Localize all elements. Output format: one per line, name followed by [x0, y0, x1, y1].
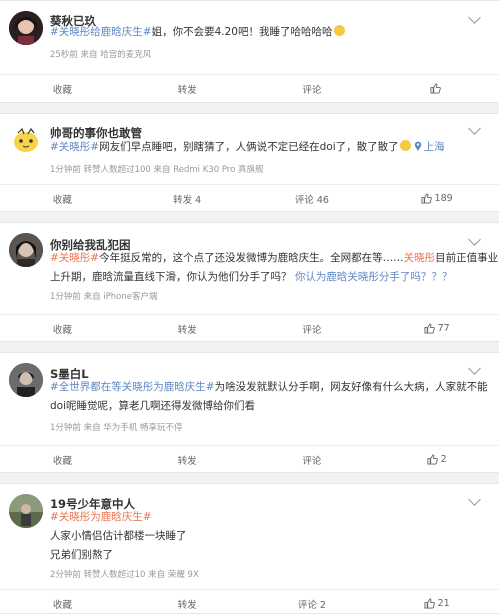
comment-button[interactable]: 评论 — [250, 446, 375, 473]
avatar[interactable] — [9, 123, 43, 157]
location-pin-icon — [414, 141, 421, 151]
post-card: 葵秋已玖 #关晓彤给鹿晗庆生#姐，你不会要4.20吧！我睡了哈哈哈哈 25秒前 … — [0, 0, 499, 103]
chevron-down-icon[interactable] — [468, 122, 481, 135]
weibo-feed: 葵秋已玖 #关晓彤给鹿晗庆生#姐，你不会要4.20吧！我睡了哈哈哈哈 25秒前 … — [0, 0, 499, 614]
like-button[interactable] — [374, 75, 499, 102]
post-meta: 1分钟前 来自 iPhone客户端 — [50, 292, 158, 302]
post-text: #关晓彤#今年挺反常的，这个点了还没发微博为鹿晗庆生。全网都在等……关晓彤目前正… — [50, 252, 499, 283]
hashtag-link[interactable]: #关晓彤给鹿晗庆生# — [50, 26, 152, 38]
like-button[interactable]: 2 — [374, 446, 499, 473]
chevron-down-icon[interactable] — [468, 11, 481, 24]
chevron-down-icon[interactable] — [468, 233, 481, 246]
comment-button[interactable]: 评论 — [250, 75, 375, 102]
action-bar: 收藏 转发 评论 2 — [0, 445, 499, 473]
avatar[interactable] — [9, 494, 43, 528]
action-bar: 收藏 转发 评论 2 21 — [0, 589, 499, 614]
like-icon — [430, 83, 441, 94]
forward-button[interactable]: 转发 — [125, 315, 250, 342]
collect-button[interactable]: 收藏 — [0, 590, 125, 614]
post-card: S墨白L #全世界都在等关晓彤为鹿晗庆生#为啥没发就默认分手啊，网友好像有什么大… — [0, 352, 499, 473]
action-bar: 收藏 转发 评论 77 — [0, 314, 499, 342]
collect-button[interactable]: 收藏 — [0, 75, 125, 102]
post-text: #关晓彤给鹿晗庆生#姐，你不会要4.20吧！我睡了哈哈哈哈 — [50, 23, 345, 42]
post-meta: 1分钟前 转赞人数超过100 来自 Redmi K30 Pro 真旗舰 — [50, 165, 264, 175]
grin-emoji-icon — [399, 140, 411, 151]
post-text: #关晓彤#网友们早点睡吧，别瞎猜了，人俩说不定已经在doi了，散了散了 上海 — [50, 140, 445, 153]
collect-button[interactable]: 收藏 — [0, 315, 125, 342]
collect-button[interactable]: 收藏 — [0, 185, 125, 212]
chevron-down-icon[interactable] — [468, 362, 481, 375]
action-bar: 收藏 转发 评论 — [0, 74, 499, 102]
post-meta: 1分钟前 来自 华为手机 畅享玩不停 — [50, 423, 183, 433]
collect-button[interactable]: 收藏 — [0, 446, 125, 473]
post-card: 19号少年意中人 #关晓彤为鹿晗庆生# 人家小情侣估计都楼一块睡了 兄弟们别熬了… — [0, 483, 499, 614]
hashtag-link[interactable]: #关晓彤# — [50, 252, 99, 264]
like-button[interactable]: 189 — [374, 185, 499, 212]
post-meta: 2分钟前 转赞人数超过10 来自 荣耀 9X — [50, 570, 199, 580]
post-card: 帅哥的事你也敢管 #关晓彤#网友们早点睡吧，别瞎猜了，人俩说不定已经在doi了，… — [0, 113, 499, 212]
avatar[interactable] — [9, 233, 43, 267]
like-button[interactable]: 77 — [374, 315, 499, 342]
post-text: #全世界都在等关晓彤为鹿晗庆生#为啥没发就默认分手啊，网友好像有什么大病，人家就… — [50, 381, 488, 412]
like-icon — [427, 454, 438, 465]
like-icon — [424, 598, 435, 609]
post-text: #关晓彤为鹿晗庆生# 人家小情侣估计都楼一块睡了 兄弟们别熬了 — [50, 511, 187, 561]
action-bar: 收藏 转发 4 评论 46 189 — [0, 184, 499, 212]
comment-button[interactable]: 评论 — [250, 315, 375, 342]
forward-button[interactable]: 转发 4 — [125, 185, 250, 212]
grin-emoji-icon — [333, 25, 345, 36]
keyword-link[interactable]: 关晓彤 — [404, 252, 436, 264]
like-button[interactable]: 21 — [374, 590, 499, 614]
comment-button[interactable]: 评论 46 — [250, 185, 375, 212]
like-icon — [424, 323, 435, 334]
post-meta: 25秒前 来自 哈宫的麦克风 — [50, 50, 152, 60]
comment-button[interactable]: 评论 2 — [250, 590, 375, 614]
post-card: 你别给我乱犯困 #关晓彤#今年挺反常的，这个点了还没发微博为鹿晗庆生。全网都在等… — [0, 222, 499, 342]
chevron-down-icon[interactable] — [468, 493, 481, 506]
question-link[interactable]: 你认为鹿晗关晓彤分手了吗？？？ — [295, 271, 453, 283]
hashtag-link[interactable]: #关晓彤为鹿晗庆生# — [50, 511, 152, 523]
forward-button[interactable]: 转发 — [125, 590, 250, 614]
hashtag-link[interactable]: #关晓彤# — [50, 141, 99, 153]
like-icon — [421, 193, 432, 204]
avatar[interactable] — [9, 363, 43, 397]
avatar[interactable] — [9, 11, 43, 45]
hashtag-link[interactable]: #全世界都在等关晓彤为鹿晗庆生# — [50, 381, 215, 393]
location-link[interactable]: 上海 — [424, 141, 445, 153]
forward-button[interactable]: 转发 — [125, 75, 250, 102]
forward-button[interactable]: 转发 — [125, 446, 250, 473]
